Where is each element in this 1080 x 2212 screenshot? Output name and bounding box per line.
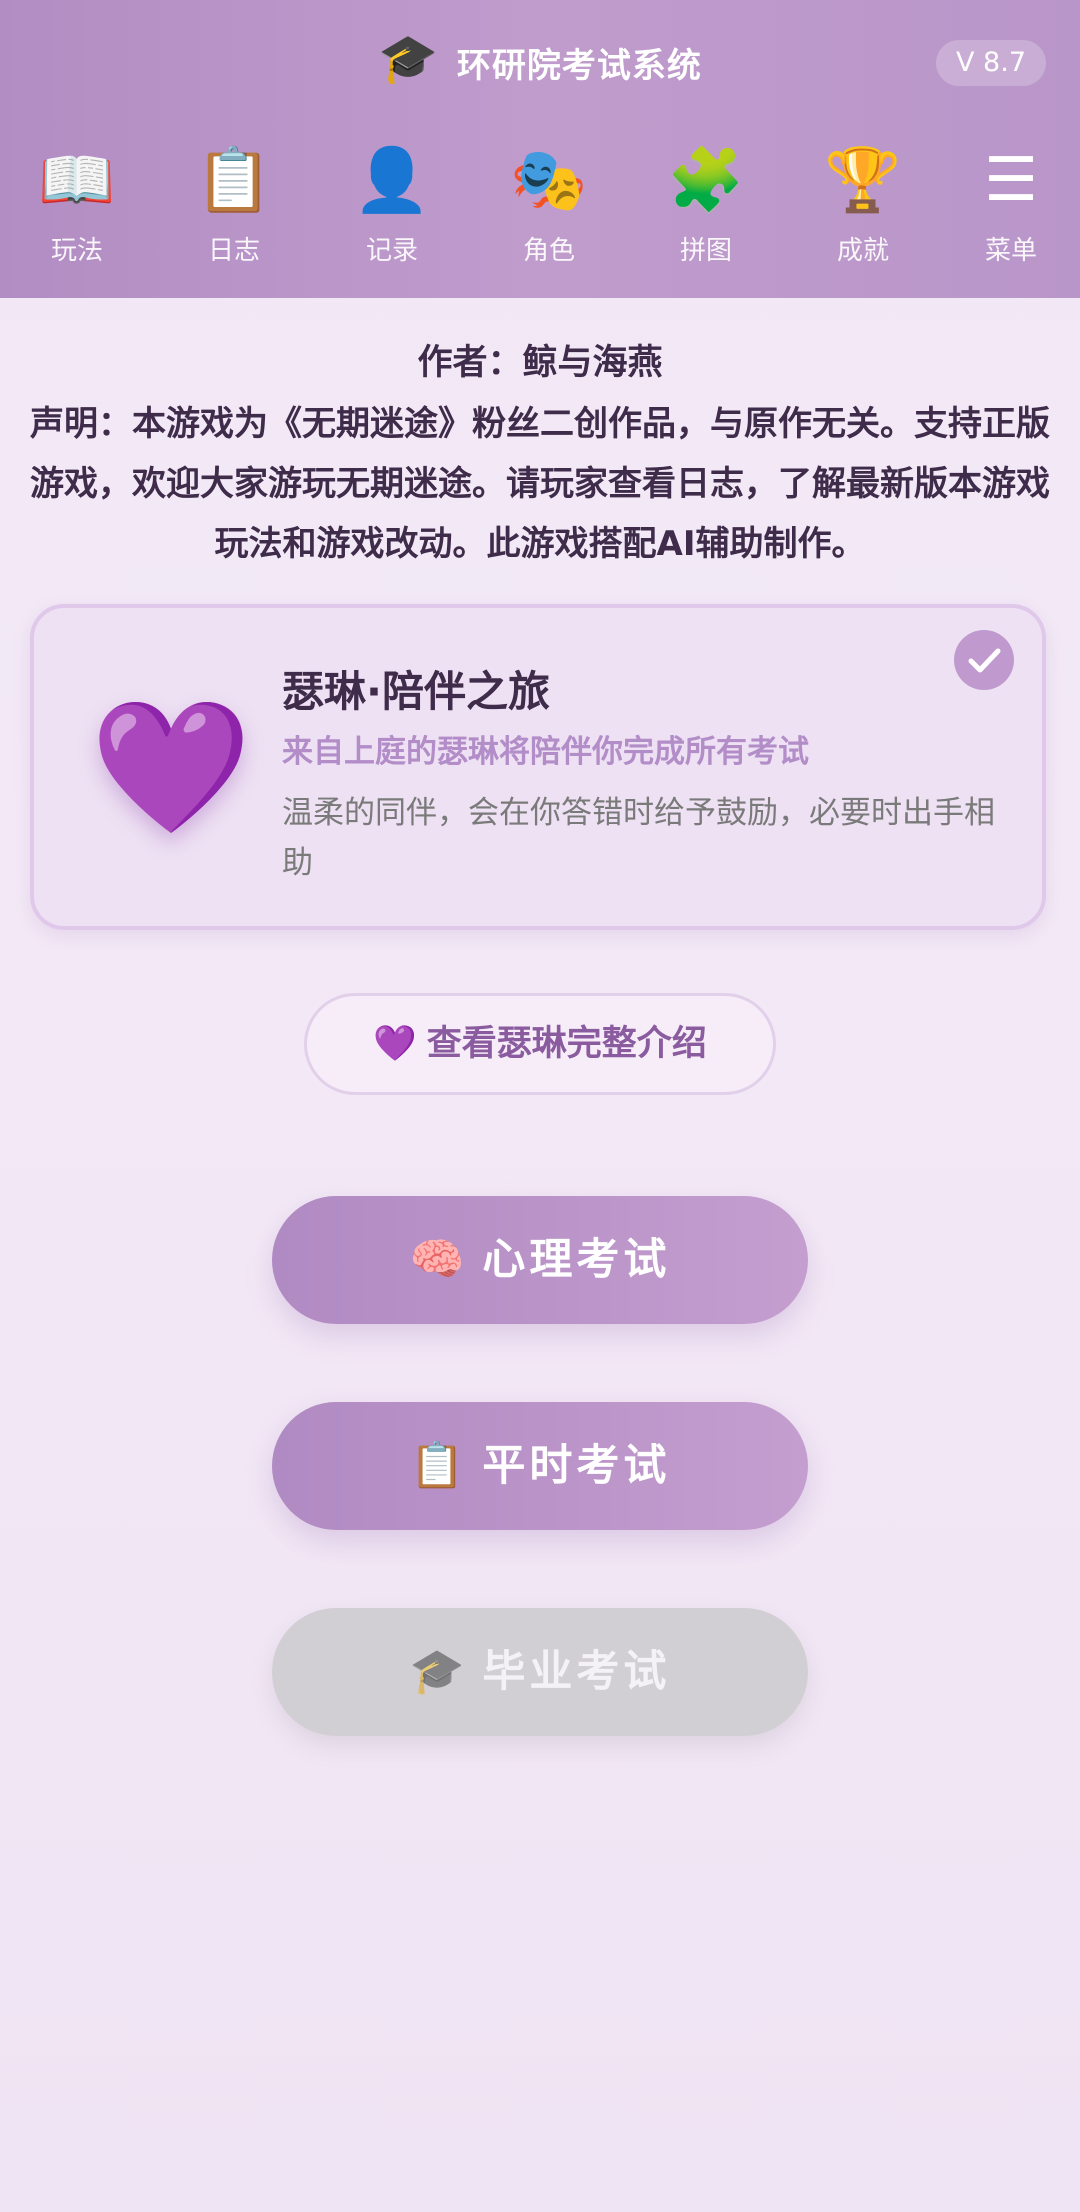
author-line: 作者：鲸与海燕: [417, 343, 663, 383]
exam-button-label: 平时考试: [482, 1441, 671, 1491]
person-icon: 👤: [353, 143, 431, 216]
companion-title: 瑟琳·陪伴之旅: [282, 667, 550, 716]
theater-masks-icon: 🎭: [510, 143, 588, 216]
nav-item-label: 角色: [522, 236, 575, 266]
graduation-exam-button[interactable]: 🎓 毕业考试: [272, 1608, 808, 1736]
app-title-text: 环研院考试系统: [456, 46, 702, 86]
purple-heart-icon: 💜: [373, 1024, 417, 1064]
graduation-cap-icon: 🎓: [409, 1646, 465, 1697]
open-book-icon: 📖: [38, 143, 116, 216]
exam-button-label: 心理考试: [482, 1235, 671, 1285]
clipboard-icon: 📋: [409, 1440, 465, 1491]
nav-item-label: 菜单: [984, 236, 1037, 266]
nav-item-achievements[interactable]: 🏆 成就: [803, 140, 923, 267]
puzzle-icon: 🧩: [667, 143, 745, 216]
nav-item-label: 成就: [836, 236, 889, 266]
psychology-exam-button[interactable]: 🧠 心理考试: [272, 1196, 808, 1324]
exam-button-label: 毕业考试: [482, 1647, 671, 1697]
companion-subtitle: 来自上庭的瑟琳将陪伴你完成所有考试: [282, 734, 809, 770]
menu-icon: ☰: [984, 145, 1038, 215]
nav-item-records[interactable]: 👤 记录: [332, 140, 452, 267]
intro-button-label: 查看瑟琳完整介绍: [426, 1024, 707, 1064]
view-companion-intro-button[interactable]: 💜 查看瑟琳完整介绍: [304, 993, 776, 1095]
nav-item-menu[interactable]: ☰ 菜单: [951, 140, 1071, 267]
nav-item-label: 玩法: [50, 236, 103, 266]
app-header: 🎓 环研院考试系统 V 8.7 📖 玩法 📋 日志 👤 记录 🎭 角色 🧩 拼图 …: [0, 0, 1080, 298]
nav-item-label: 拼图: [679, 236, 732, 266]
trophy-icon: 🏆: [824, 143, 902, 216]
nav-item-gameplay[interactable]: 📖 玩法: [17, 140, 137, 267]
nav-item-log[interactable]: 📋 日志: [174, 140, 294, 267]
nav-item-label: 日志: [207, 236, 260, 266]
top-nav: 📖 玩法 📋 日志 👤 记录 🎭 角色 🧩 拼图 🏆 成就 ☰ 菜单: [0, 140, 1080, 270]
regular-exam-button[interactable]: 📋 平时考试: [272, 1402, 808, 1530]
selected-check-badge: [954, 630, 1014, 690]
companion-card[interactable]: 💜 瑟琳·陪伴之旅 来自上庭的瑟琳将陪伴你完成所有考试 温柔的同伴，会在你答错时…: [30, 604, 1046, 930]
purple-heart-icon: 💜: [90, 691, 252, 843]
clipboard-icon: 📋: [195, 143, 273, 216]
brain-icon: 🧠: [409, 1234, 465, 1285]
graduation-cap-icon: 🎓: [378, 31, 439, 87]
nav-item-puzzle[interactable]: 🧩 拼图: [646, 140, 766, 267]
nav-item-characters[interactable]: 🎭 角色: [489, 140, 609, 267]
companion-description: 温柔的同伴，会在你答错时给予鼓励，必要时出手相助: [282, 795, 995, 881]
app-title: 🎓 环研院考试系统: [0, 31, 1080, 91]
nav-item-label: 记录: [365, 236, 418, 266]
checkmark-icon: [968, 648, 1001, 673]
version-badge: V 8.7: [936, 40, 1046, 86]
disclaimer-text: 声明：本游戏为《无期迷途》粉丝二创作品，与原作无关。支持正版游戏，欢迎大家游玩无…: [30, 404, 1050, 564]
